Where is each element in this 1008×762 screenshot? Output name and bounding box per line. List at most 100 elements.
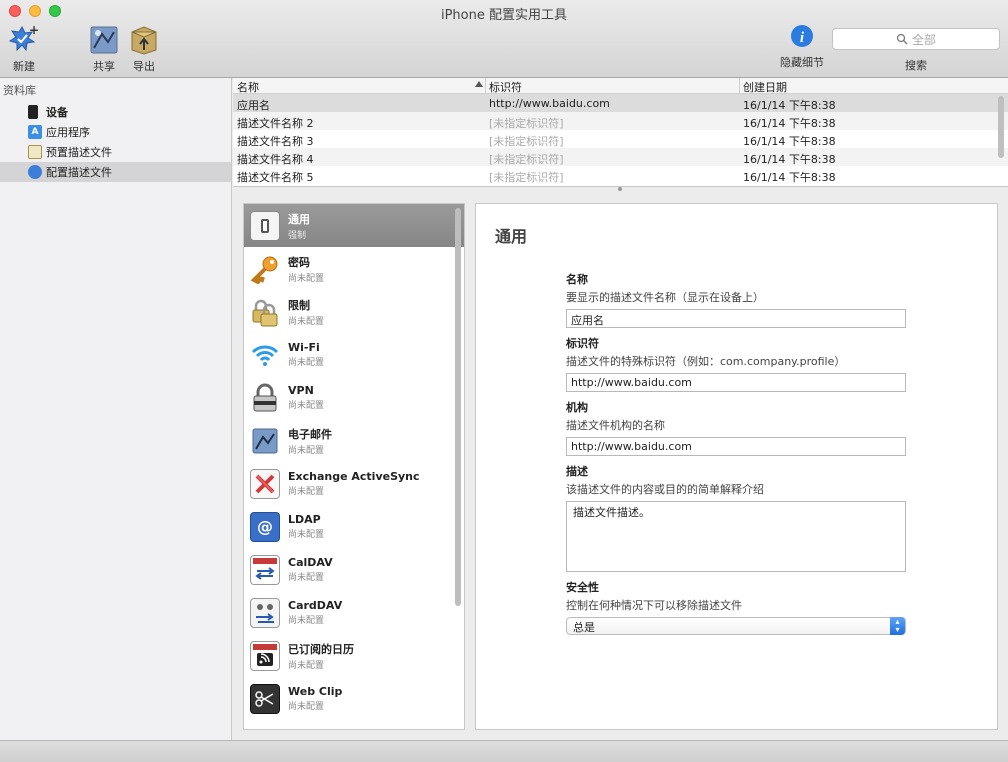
- hide-details-label: 隐藏细节: [780, 56, 824, 69]
- payload-item-ldap[interactable]: @ LDAP 尚未配置: [244, 505, 464, 548]
- row-identifier: [未指定标识符]: [489, 117, 564, 130]
- hide-details-button[interactable]: i 隐藏细节: [776, 24, 828, 70]
- row-date: 16/1/14 下午8:38: [743, 153, 836, 166]
- payload-name: 通用: [288, 212, 310, 226]
- row-name: 应用名: [237, 99, 270, 112]
- name-description: 要显示的描述文件名称（显示在设备上）: [566, 291, 764, 304]
- payload-list: 通用 强制 密码 尚未配置 限制 尚未配置 Wi-Fi 尚未配置 VPN 尚未配…: [243, 203, 465, 730]
- payload-name: Exchange ActiveSync: [288, 470, 420, 483]
- search-input[interactable]: 全部: [832, 28, 1000, 50]
- payload-status: 尚未配置: [288, 487, 325, 497]
- payload-item-vpn[interactable]: VPN 尚未配置: [244, 376, 464, 419]
- vpn-lock-icon: [250, 383, 280, 413]
- name-label: 名称: [566, 273, 588, 286]
- payload-status: 尚未配置: [288, 401, 325, 411]
- payload-status: 尚未配置: [288, 358, 325, 368]
- payload-item-carddav[interactable]: CardDAV 尚未配置: [244, 591, 464, 634]
- payload-name: Web Clip: [288, 685, 343, 698]
- mail-stamp-icon: [250, 426, 280, 456]
- identifier-input[interactable]: http://www.baidu.com: [566, 373, 906, 392]
- search-label: 搜索: [905, 59, 927, 72]
- padlocks-icon: [250, 297, 280, 327]
- search-placeholder: 全部: [911, 32, 936, 47]
- name-input[interactable]: 应用名: [566, 309, 906, 328]
- security-select[interactable]: 总是 ▴ ▾: [566, 617, 906, 635]
- payload-status: 尚未配置: [288, 530, 325, 540]
- row-date: 16/1/14 下午8:38: [743, 99, 836, 112]
- table-row[interactable]: 描述文件名称 4 [未指定标识符] 16/1/14 下午8:38: [233, 148, 1008, 166]
- organization-input[interactable]: http://www.baidu.com: [566, 437, 906, 456]
- table-row[interactable]: 描述文件名称 5 [未指定标识符] 16/1/14 下午8:38: [233, 166, 1008, 184]
- sidebar-item-applications[interactable]: A 应用程序: [0, 122, 231, 142]
- payload-item-email[interactable]: 电子邮件 尚未配置: [244, 419, 464, 462]
- identifier-description: 描述文件的特殊标识符（例如：com.company.profile）: [566, 355, 846, 368]
- sidebar-item-label: 配置描述文件: [46, 166, 112, 179]
- row-identifier: http://www.baidu.com: [489, 97, 610, 110]
- payload-status: 尚未配置: [288, 660, 325, 671]
- column-header-date[interactable]: 创建日期: [743, 79, 787, 95]
- toolbar: iPhone 配置实用工具 + 新建 共享 导出 i 隐藏细节 全部 搜索: [0, 0, 1008, 78]
- column-divider[interactable]: [485, 78, 486, 94]
- payload-status: 尚未配置: [288, 573, 325, 583]
- payload-item-subscribed-calendars[interactable]: 已订阅的日历 尚未配置: [244, 634, 464, 677]
- payload-status: 强制: [288, 230, 307, 241]
- security-description: 控制在何种情况下可以移除描述文件: [566, 599, 742, 612]
- general-switch-icon: [250, 210, 280, 241]
- column-divider[interactable]: [739, 78, 740, 94]
- payload-item-restrictions[interactable]: 限制 尚未配置: [244, 290, 464, 333]
- export-button[interactable]: 导出: [128, 24, 160, 74]
- exchange-icon: [250, 468, 280, 499]
- new-button-label: 新建: [13, 60, 35, 73]
- search-group: 全部 搜索: [832, 28, 1000, 73]
- name-field-group: 名称 要显示的描述文件名称（显示在设备上） 应用名: [566, 271, 906, 328]
- table-row[interactable]: 描述文件名称 2 [未指定标识符] 16/1/14 下午8:38: [233, 112, 1008, 130]
- table-header: 名称 标识符 创建日期: [233, 78, 1008, 94]
- identifier-label: 标识符: [566, 337, 599, 350]
- payload-name: 密码: [288, 255, 310, 269]
- wifi-icon: [250, 340, 280, 370]
- sidebar-item-provisioning-profiles[interactable]: 预置描述文件: [0, 142, 231, 162]
- description-label: 描述: [566, 465, 588, 478]
- payload-item-web-clip[interactable]: Web Clip 尚未配置: [244, 677, 464, 720]
- svg-text:+: +: [29, 24, 39, 37]
- table-row[interactable]: 描述文件名称 3 [未指定标识符] 16/1/14 下午8:38: [233, 130, 1008, 148]
- sidebar-item-devices[interactable]: 设备: [0, 102, 231, 122]
- payload-status: 尚未配置: [288, 702, 325, 712]
- payload-status: 尚未配置: [288, 273, 325, 284]
- payload-item-caldav[interactable]: CalDAV 尚未配置: [244, 548, 464, 591]
- ldap-address-book-icon: @: [250, 511, 280, 542]
- payload-item-wifi[interactable]: Wi-Fi 尚未配置: [244, 333, 464, 376]
- select-arrows-icon: ▴ ▾: [890, 617, 905, 635]
- new-button[interactable]: + 新建: [8, 23, 40, 74]
- provisioning-profile-icon: [28, 145, 42, 159]
- payload-name: LDAP: [288, 513, 321, 526]
- sort-ascending-icon: [475, 81, 483, 87]
- key-icon: [250, 254, 280, 284]
- share-button[interactable]: 共享: [88, 24, 120, 74]
- caldav-calendar-icon: [250, 554, 280, 585]
- column-header-identifier[interactable]: 标识符: [489, 79, 522, 95]
- sidebar-header: 资料库: [3, 84, 36, 97]
- identifier-field-group: 标识符 描述文件的特殊标识符（例如：com.company.profile） h…: [566, 335, 906, 392]
- table-row[interactable]: 应用名 http://www.baidu.com 16/1/14 下午8:38: [233, 94, 1008, 112]
- app-store-icon: A: [28, 125, 42, 139]
- organization-field-group: 机构 描述文件机构的名称 http://www.baidu.com: [566, 399, 906, 456]
- column-header-name[interactable]: 名称: [237, 79, 259, 95]
- description-textarea[interactable]: 描述文件描述。: [566, 501, 906, 572]
- payload-item-passcode[interactable]: 密码 尚未配置: [244, 247, 464, 290]
- share-button-label: 共享: [93, 60, 115, 73]
- sidebar-item-configuration-profiles[interactable]: 配置描述文件: [0, 162, 231, 182]
- payload-list-scrollbar[interactable]: [455, 208, 461, 606]
- payload-item-general[interactable]: 通用 强制: [244, 204, 464, 247]
- organization-description: 描述文件机构的名称: [566, 419, 665, 432]
- security-select-value: 总是: [573, 621, 595, 634]
- payload-name: 已订阅的日历: [288, 642, 354, 656]
- table-scrollbar[interactable]: [998, 96, 1004, 158]
- payload-item-exchange[interactable]: Exchange ActiveSync 尚未配置: [244, 462, 464, 505]
- bottom-status-bar: [0, 740, 1008, 762]
- payload-name: CalDAV: [288, 556, 333, 569]
- row-name: 描述文件名称 3: [237, 135, 314, 148]
- row-name: 描述文件名称 5: [237, 171, 314, 184]
- subscribed-calendar-icon: [250, 640, 280, 671]
- payload-name: 电子邮件: [288, 427, 332, 441]
